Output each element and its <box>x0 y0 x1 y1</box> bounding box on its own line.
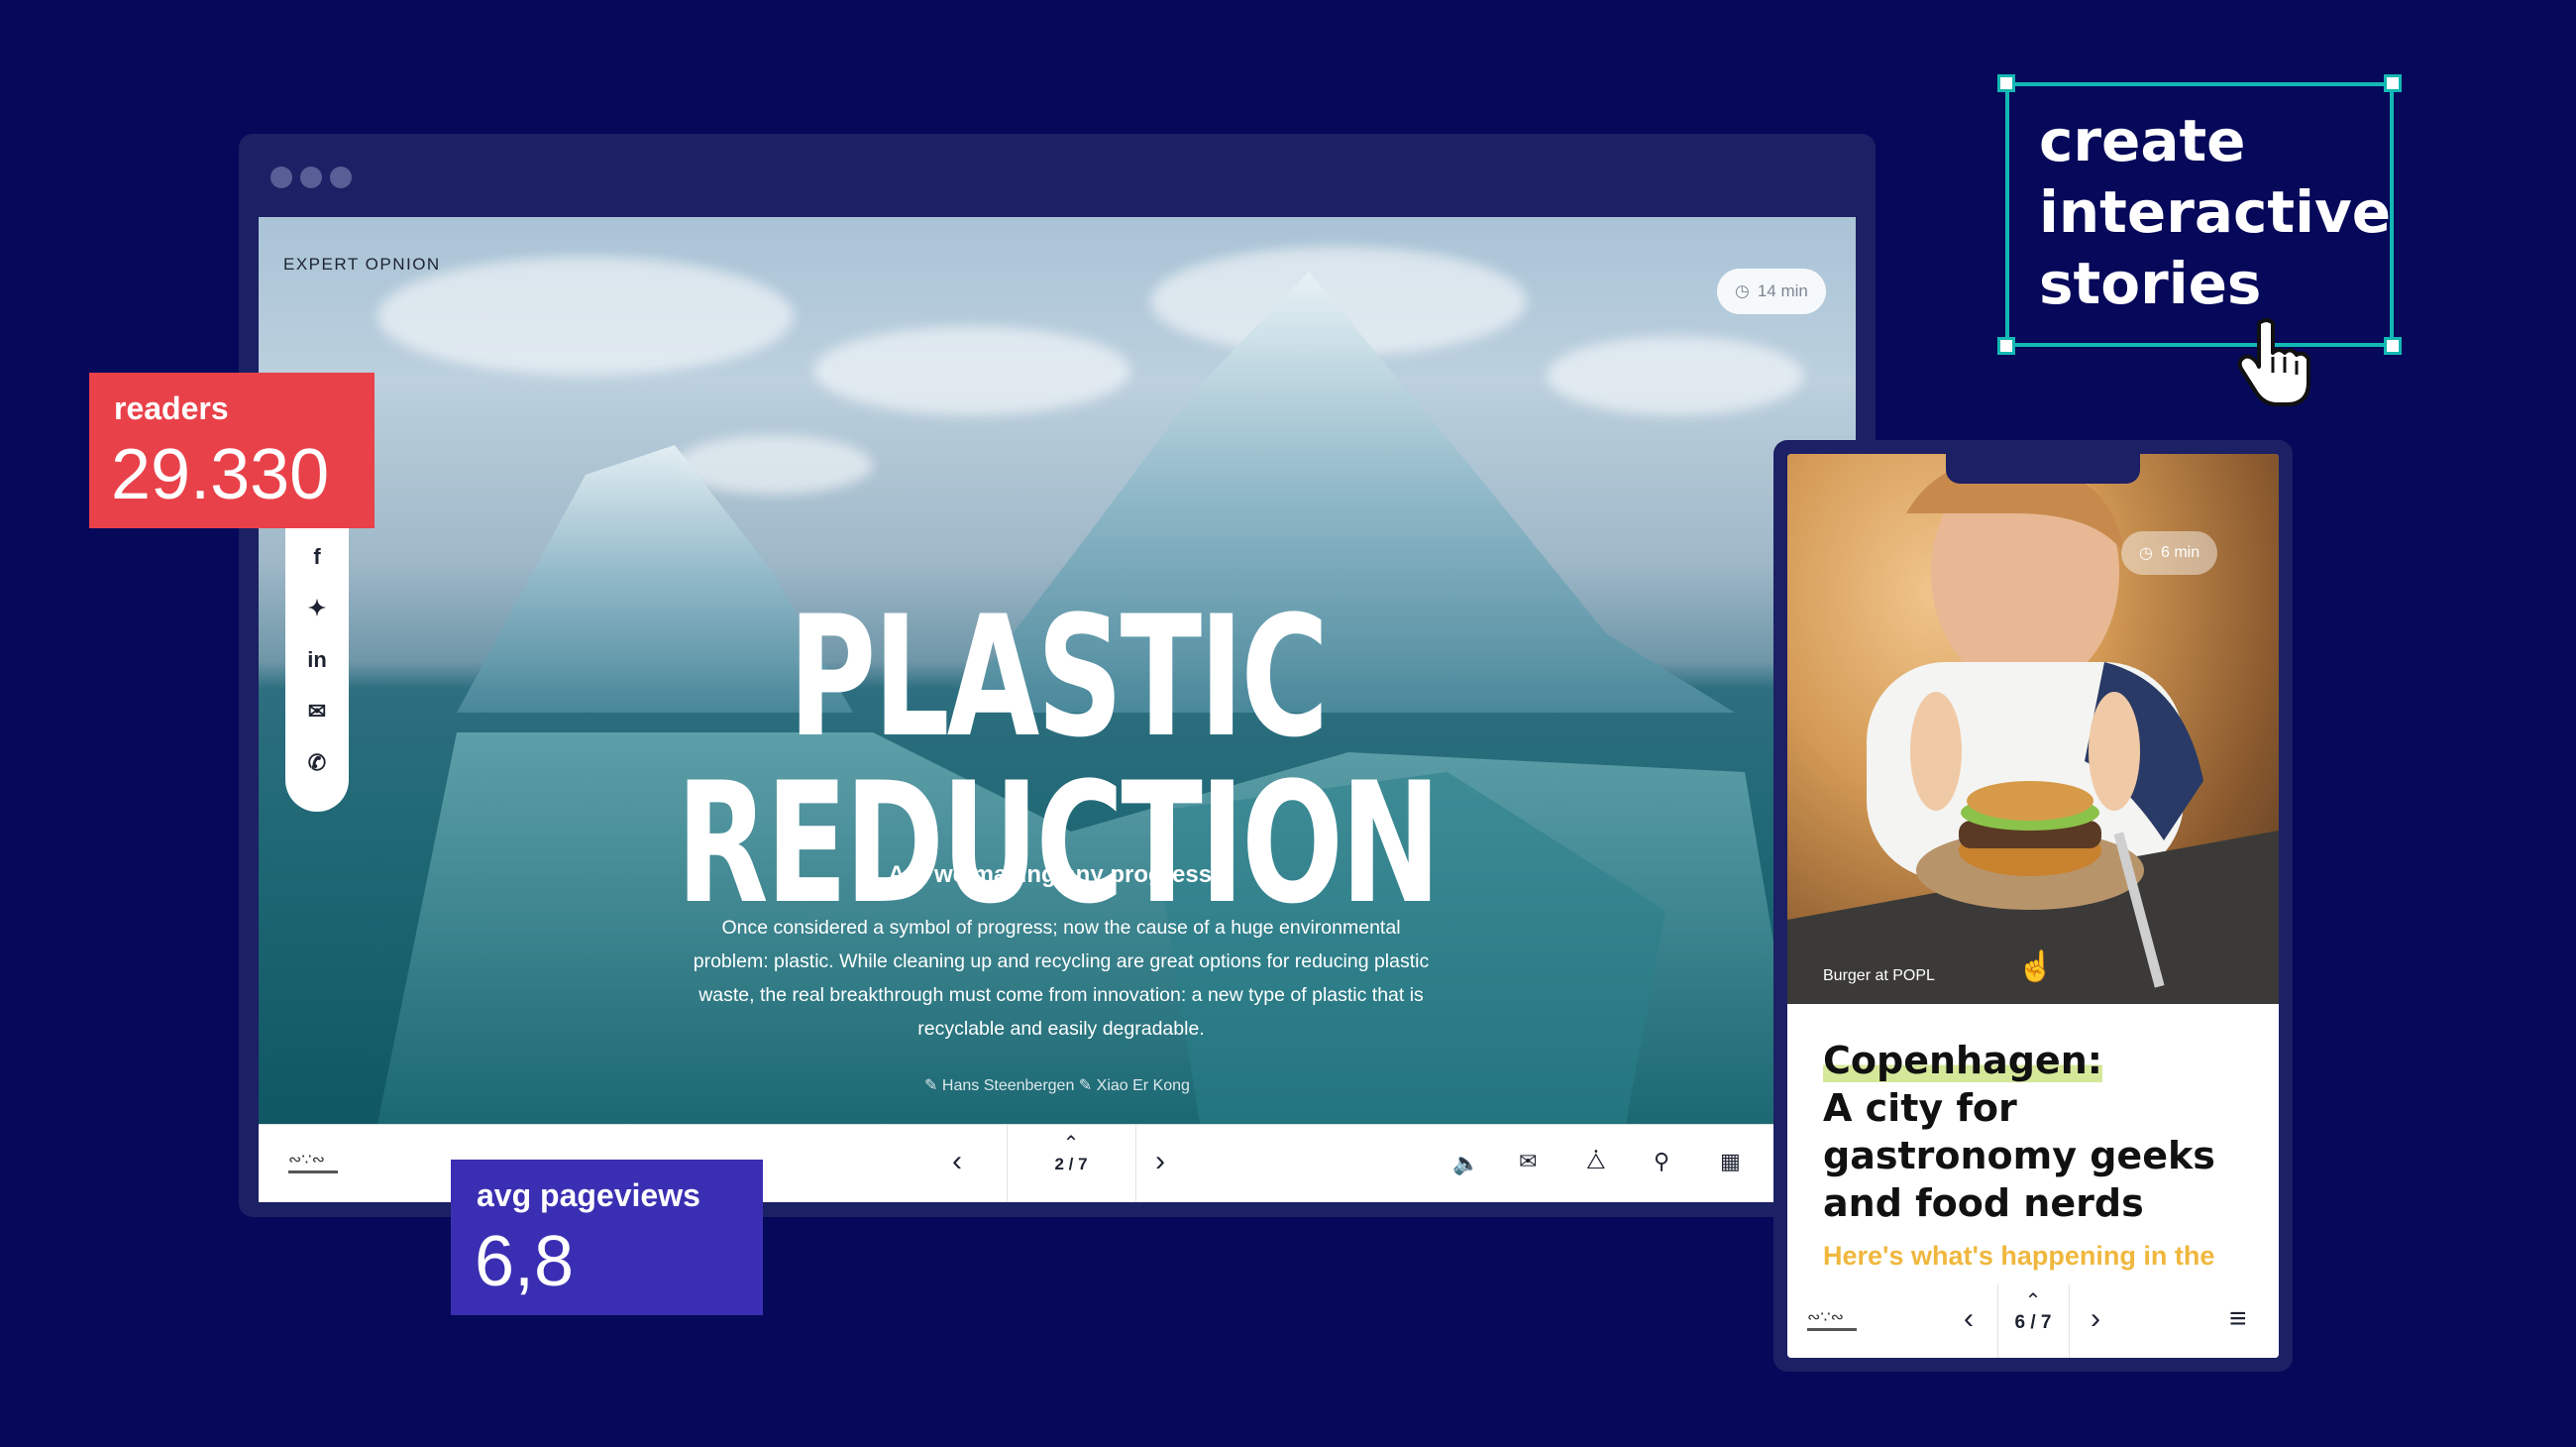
window-dot-maximize[interactable] <box>330 167 352 188</box>
selection-handle-br[interactable] <box>2384 337 2402 355</box>
prev-page-button[interactable]: ‹ <box>952 1147 962 1176</box>
linkedin-icon[interactable]: in <box>307 649 327 671</box>
search-icon[interactable]: ⚲ <box>1654 1149 1669 1174</box>
hand-cursor-icon <box>2237 318 2310 406</box>
menu-icon[interactable]: ≡ <box>2229 1302 2247 1336</box>
email-icon[interactable]: ✉ <box>308 701 326 723</box>
promo-line-3: stories <box>2039 250 2262 317</box>
mobile-hero-photo: ◷ 6 min Burger at POPL ☝ <box>1787 454 2279 1004</box>
mail-icon[interactable]: ✉ <box>1519 1149 1537 1174</box>
mobile-page-indicator-text: 6 / 7 <box>2014 1312 2052 1333</box>
mobile-device: ◷ 6 min Burger at POPL ☝ Copenhagen: A c… <box>1773 440 2293 1372</box>
chevron-up-icon: ⌃ <box>1062 1133 1080 1155</box>
twitter-icon[interactable]: ✦ <box>308 598 326 619</box>
clock-icon: ◷ <box>2139 545 2153 562</box>
story-screen: EXPERT OPNION ◷ 14 min PLASTIC REDUCTION… <box>259 217 1856 1202</box>
window-dot-minimize[interactable] <box>300 167 322 188</box>
svg-text:∾∵∾: ∾∵∾ <box>288 1150 325 1169</box>
readers-value: 29.330 <box>111 435 330 514</box>
readers-label: readers <box>114 390 229 426</box>
selection-handle-bl[interactable] <box>1997 337 2015 355</box>
mobile-read-time-badge: ◷ 6 min <box>2121 531 2218 575</box>
whatsapp-icon[interactable]: ✆ <box>308 752 326 774</box>
photo-caption: Burger at POPL <box>1823 967 1935 984</box>
read-time-badge: ◷ 14 min <box>1717 269 1826 314</box>
device-notch <box>1946 454 2140 484</box>
author-2: Xiao Er Kong <box>1096 1077 1190 1094</box>
promo-line-1: create <box>2039 107 2246 174</box>
pageviews-stat-card: avg pageviews 6,8 <box>451 1160 763 1315</box>
page-indicator-text: 2 / 7 <box>1054 1155 1088 1173</box>
pageviews-value: 6,8 <box>475 1222 575 1301</box>
facebook-icon[interactable]: f <box>313 546 320 568</box>
selection-handle-tr[interactable] <box>2384 74 2402 92</box>
story-kicker: EXPERT OPNION <box>283 255 441 274</box>
title-highlight: Copenhagen: <box>1823 1039 2102 1082</box>
story-subheading: Are we making any progress? <box>888 861 1227 888</box>
mobile-lead-text: Here's what's happening in the <box>1823 1241 2215 1271</box>
svg-text:∾∵∾: ∾∵∾ <box>1807 1307 1844 1326</box>
promo-line-2: interactive <box>2039 178 2392 246</box>
author-1: Hans Steenbergen <box>941 1077 1075 1094</box>
mobile-toolbar: ∾∵∾ ‹ ⌃ 6 / 7 › ≡ <box>1787 1284 2279 1358</box>
publisher-logo[interactable]: ∾∵∾ <box>1805 1304 1861 1338</box>
selection-handle-tl[interactable] <box>1997 74 2015 92</box>
pen-icon: ✎ <box>924 1077 938 1094</box>
social-share-bar: f ✦ in ✉ ✆ <box>285 514 349 812</box>
mobile-story-screen: ◷ 6 min Burger at POPL ☝ Copenhagen: A c… <box>1787 454 2279 1358</box>
page-indicator[interactable]: ⌃ 2 / 7 <box>1021 1133 1121 1174</box>
mobile-read-time-text: 6 min <box>2160 544 2200 561</box>
promo-headline: create interactive stories <box>2039 105 2391 319</box>
share-icon[interactable]: ⧊ <box>1586 1149 1606 1174</box>
pen-icon: ✎ <box>1078 1077 1093 1094</box>
window-dot-close[interactable] <box>270 167 292 188</box>
clock-icon: ◷ <box>1735 281 1750 300</box>
desktop-browser-window: EXPERT OPNION ◷ 14 min PLASTIC REDUCTION… <box>239 134 1876 1217</box>
pageviews-label: avg pageviews <box>477 1177 700 1213</box>
story-byline: ✎ Hans Steenbergen ✎ Xiao Er Kong <box>259 1075 1856 1095</box>
chevron-up-icon: ⌃ <box>2024 1290 2042 1312</box>
next-page-button[interactable]: › <box>1155 1147 1165 1176</box>
grid-icon[interactable]: ▦ <box>1720 1149 1741 1174</box>
mobile-page-indicator[interactable]: ⌃ 6 / 7 <box>2000 1290 2066 1334</box>
mobile-next-button[interactable]: › <box>2091 1304 2100 1334</box>
mobile-prev-button[interactable]: ‹ <box>1964 1304 1974 1334</box>
story-body-text: Once considered a symbol of progress; no… <box>693 917 1430 1040</box>
readers-stat-card: readers 29.330 <box>89 373 375 528</box>
read-time-text: 14 min <box>1757 281 1808 300</box>
pointer-cursor-icon: ☝ <box>2017 950 2055 983</box>
title-rest: A city for gastronomy geeks and food ner… <box>1823 1086 2215 1225</box>
publisher-logo[interactable]: ∾∵∾ <box>286 1147 342 1180</box>
mobile-story-title: Copenhagen: A city for gastronomy geeks … <box>1823 1037 2259 1227</box>
sound-icon[interactable]: 🔈 <box>1452 1151 1479 1176</box>
